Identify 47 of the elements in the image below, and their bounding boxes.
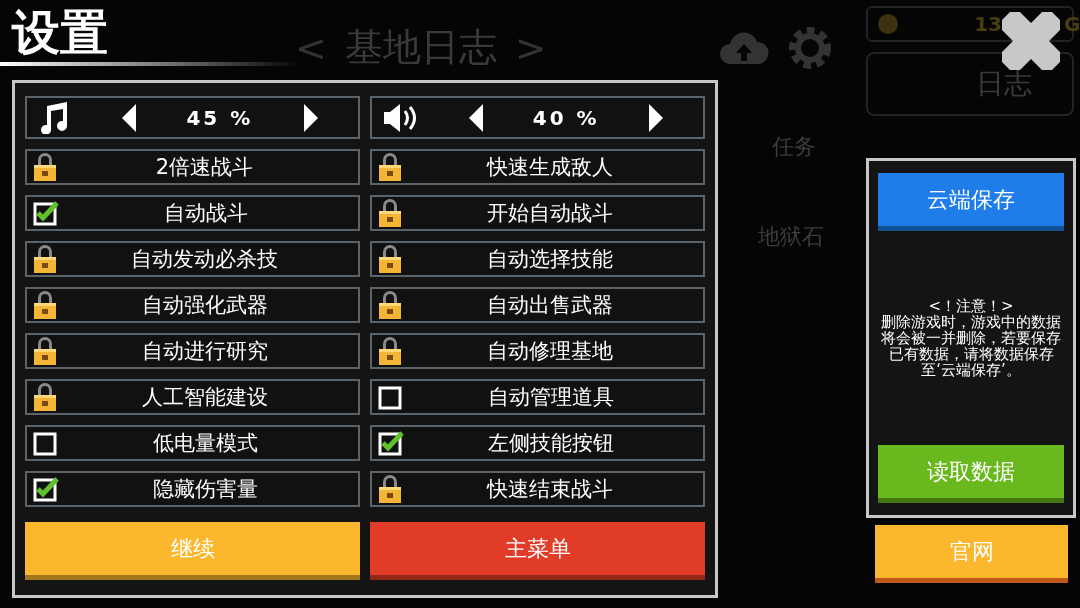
setting-option[interactable]: 快速结束战斗 [370,471,705,507]
volume-value: 45 % [186,105,254,130]
notice-text: 删除游戏时，游戏中的数据将会被一并删除，若要保存已有数据，请将数据保存至‘云端保存’。 [880,314,1062,378]
checkbox[interactable] [378,384,404,410]
checked-checkbox[interactable] [33,200,59,226]
padlock-icon [378,337,402,365]
setting-option[interactable]: 开始自动战斗 [370,195,705,231]
notice-title: <！注意！> [928,298,1015,314]
padlock-icon [33,291,57,319]
setting-option[interactable]: 自动选择技能 [370,241,705,277]
setting-option[interactable]: 快速生成敌人 [370,149,705,185]
checked-checkbox[interactable] [33,476,59,502]
volume-value: 40 % [532,105,600,130]
padlock-icon [378,475,402,503]
currency-label: G [1064,12,1080,36]
increase-arrow-icon[interactable] [648,103,663,132]
setting-option[interactable]: 左侧技能按钮 [370,425,705,461]
setting-option[interactable]: 自动战斗 [25,195,360,231]
padlock-icon [33,153,57,181]
padlock-icon [378,199,402,227]
setting-option[interactable]: 自动出售武器 [370,287,705,323]
padlock-icon [378,153,402,181]
padlock-icon [378,245,402,273]
settings-title: 设置 [12,3,108,62]
setting-option[interactable]: 自动管理道具 [370,379,705,415]
setting-option[interactable]: 自动修理基地 [370,333,705,369]
padlock-icon [33,245,57,273]
main-menu-button[interactable]: 主菜单 [370,522,705,580]
coin-count: 13 [974,12,1002,36]
padlock-icon [378,291,402,319]
decrease-arrow-icon[interactable] [121,103,136,132]
setting-option[interactable]: 低电量模式 [25,425,360,461]
setting-option[interactable]: 人工智能建设 [25,379,360,415]
setting-option[interactable]: 自动发动必杀技 [25,241,360,277]
padlock-icon [33,383,57,411]
setting-option[interactable]: 自动进行研究 [25,333,360,369]
checked-checkbox[interactable] [378,430,404,456]
setting-option[interactable]: 2倍速战斗 [25,149,360,185]
checkbox[interactable] [33,430,59,456]
coin-icon [878,14,898,34]
close-icon[interactable] [1002,12,1060,70]
increase-arrow-icon[interactable] [304,103,318,132]
padlock-icon [33,337,57,365]
cloud-save-button[interactable]: 云端保存 [878,173,1064,231]
decrease-arrow-icon[interactable] [469,103,484,132]
setting-option[interactable]: 自动强化武器 [25,287,360,323]
setting-option[interactable]: 隐藏伤害量 [25,471,360,507]
